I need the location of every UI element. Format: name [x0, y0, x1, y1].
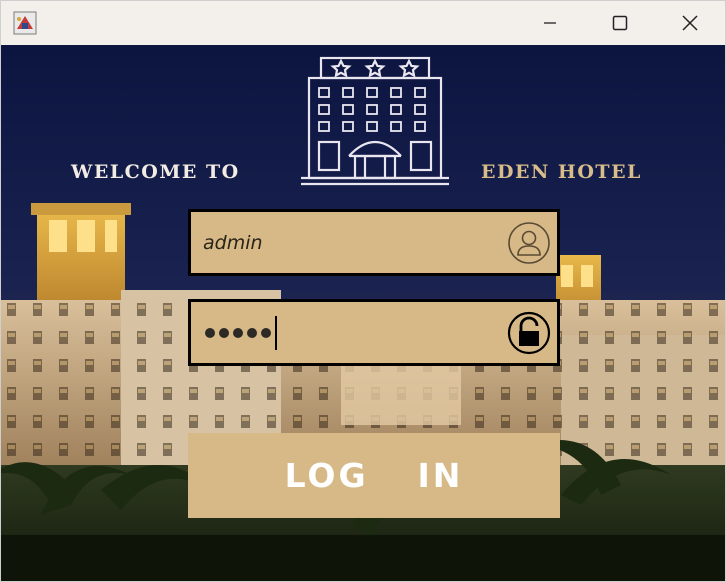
password-dot: [261, 328, 271, 338]
login-button-label: LOG IN: [284, 456, 464, 495]
login-window: WELCOME TO EDEN HOTEL admin LOG IN: [0, 0, 726, 582]
password-dot: [247, 328, 257, 338]
maximize-button[interactable]: [585, 1, 655, 45]
maximize-icon: [612, 15, 628, 31]
password-dot: [233, 328, 243, 338]
user-icon: [508, 222, 550, 264]
hotel-name-text: EDEN HOTEL: [481, 161, 642, 183]
login-button[interactable]: LOG IN: [188, 433, 560, 518]
username-field[interactable]: [188, 209, 560, 276]
app-logo-icon: [13, 11, 37, 35]
close-button[interactable]: [655, 1, 725, 45]
hotel-building-icon: [301, 56, 449, 186]
minimize-icon: [544, 22, 556, 24]
close-icon: [682, 15, 698, 31]
welcome-text: WELCOME TO: [71, 161, 240, 183]
password-field[interactable]: [188, 299, 560, 366]
username-input[interactable]: [203, 212, 503, 273]
lock-icon: [507, 311, 551, 355]
text-caret: [275, 316, 277, 350]
password-dot: [205, 328, 215, 338]
minimize-button[interactable]: [515, 1, 585, 45]
password-dot: [219, 328, 229, 338]
password-mask[interactable]: [205, 316, 277, 350]
title-bar[interactable]: [1, 1, 725, 45]
